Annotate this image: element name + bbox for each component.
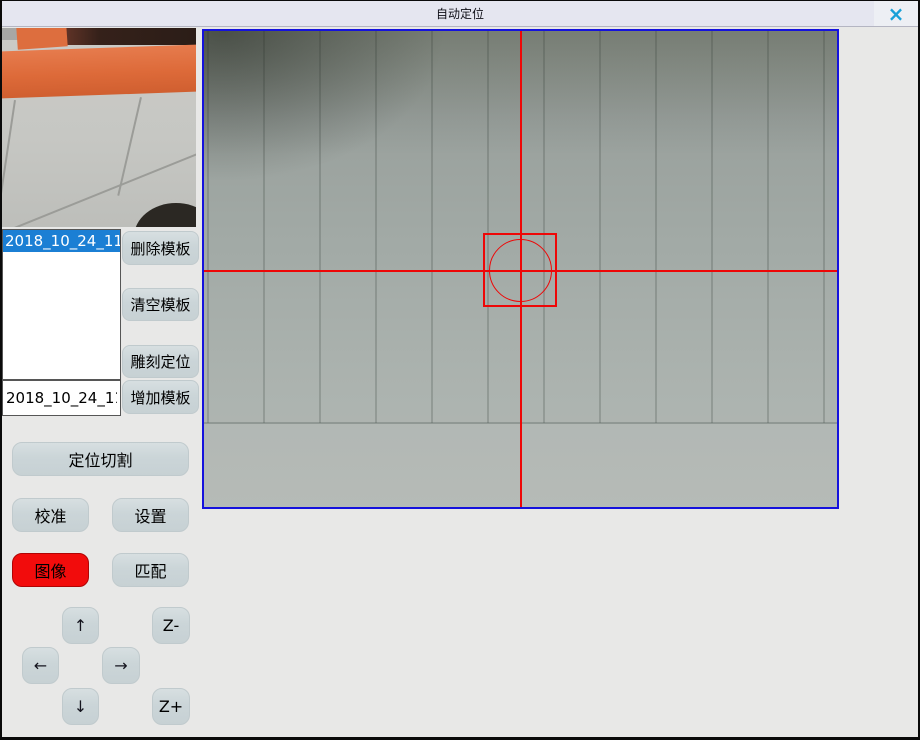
target-circle-overlay (489, 239, 552, 302)
delete-template-button[interactable]: 删除模板 (122, 231, 199, 265)
jog-right-button[interactable]: → (102, 647, 140, 684)
thumbnail-tile-line (2, 100, 16, 221)
template-list[interactable]: 2018_10_24_11 (2, 229, 121, 380)
close-button[interactable]: × (874, 1, 918, 26)
engrave-locate-button[interactable]: 雕刻定位 (122, 345, 199, 378)
left-arrow-icon: ← (34, 656, 47, 675)
list-item[interactable]: 2018_10_24_11 (3, 230, 120, 252)
settings-button[interactable]: 设置 (112, 498, 189, 532)
image-button[interactable]: 图像 (12, 553, 89, 587)
template-name-input[interactable] (2, 380, 121, 416)
auto-position-window: 自动定位 × 2018_10_24_11 删除模板 清空模板 雕刻定位 增加模板… (0, 0, 920, 740)
jog-up-button[interactable]: ↑ (62, 607, 99, 644)
up-arrow-icon: ↑ (74, 616, 87, 635)
thumbnail-dark-strip (57, 28, 196, 45)
add-template-button[interactable]: 增加模板 (122, 380, 199, 414)
camera-view[interactable] (202, 29, 839, 509)
close-icon: × (888, 4, 905, 24)
template-thumbnail (2, 28, 196, 227)
jog-z-minus-button[interactable]: Z- (152, 607, 190, 644)
jog-left-button[interactable]: ← (22, 647, 59, 684)
window-body: 自动定位 × 2018_10_24_11 删除模板 清空模板 雕刻定位 增加模板… (2, 1, 918, 737)
window-title: 自动定位 (436, 5, 484, 22)
thumbnail-orange-beam (2, 44, 196, 98)
thumbnail-orange-tab (16, 28, 67, 50)
titlebar: 自动定位 (2, 1, 918, 27)
down-arrow-icon: ↓ (74, 697, 87, 716)
locate-cut-button[interactable]: 定位切割 (12, 442, 189, 476)
clear-template-button[interactable]: 清空模板 (122, 288, 199, 321)
match-button[interactable]: 匹配 (112, 553, 189, 587)
camera-image (204, 31, 837, 507)
right-arrow-icon: → (114, 656, 127, 675)
jog-z-plus-button[interactable]: Z+ (152, 688, 190, 725)
jog-down-button[interactable]: ↓ (62, 688, 99, 725)
calibrate-button[interactable]: 校准 (12, 498, 89, 532)
thumbnail-dark-object (134, 203, 196, 227)
